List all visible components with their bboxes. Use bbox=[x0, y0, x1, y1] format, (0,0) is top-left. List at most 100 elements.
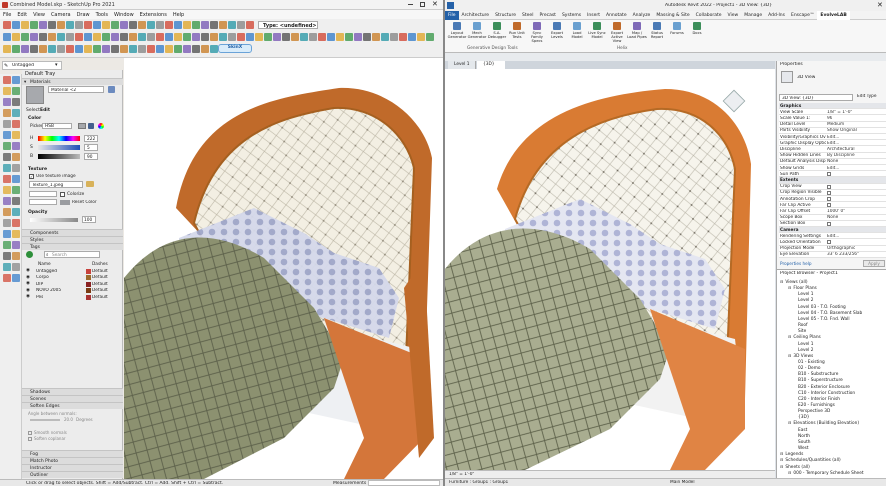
outliner-header[interactable]: Outliner bbox=[22, 471, 123, 478]
toolbar-tool-icon[interactable] bbox=[75, 45, 83, 53]
browser-item[interactable]: 02 - Demo bbox=[796, 365, 821, 371]
property-value[interactable]: None bbox=[827, 159, 838, 164]
toolbar-tool-icon[interactable] bbox=[210, 33, 218, 41]
toolbar-tool-icon[interactable] bbox=[147, 33, 155, 41]
toolbar-tool-icon[interactable] bbox=[291, 33, 299, 41]
toolbar-tool-icon[interactable] bbox=[111, 45, 119, 53]
drawing-tool-icon[interactable] bbox=[3, 175, 11, 183]
toolbar-tool-icon[interactable] bbox=[165, 45, 173, 53]
toolbar-tool-icon[interactable] bbox=[66, 33, 74, 41]
browser-item[interactable]: ⊟ Ceiling Plans bbox=[788, 334, 821, 340]
property-checkbox[interactable] bbox=[827, 190, 831, 195]
properties-help-link[interactable]: Properties help bbox=[780, 261, 812, 266]
property-checkbox[interactable] bbox=[827, 203, 831, 208]
property-value[interactable]: Edit... bbox=[827, 135, 839, 140]
property-value[interactable]: 96 bbox=[827, 116, 832, 121]
instance-selector[interactable]: 3D View: {3D} bbox=[779, 94, 853, 101]
tag-row[interactable]: ◉ DIP Default bbox=[26, 281, 120, 287]
ribbon-tab[interactable]: Insert bbox=[584, 11, 603, 20]
opacity-slider[interactable] bbox=[30, 218, 78, 222]
toolbar-tool-icon[interactable] bbox=[228, 33, 236, 41]
toolbar-tool-icon[interactable] bbox=[3, 45, 11, 53]
toolbar-tool-icon[interactable] bbox=[156, 33, 164, 41]
toolbar-tool-icon[interactable] bbox=[219, 21, 227, 29]
browser-item[interactable]: North bbox=[796, 433, 810, 439]
ribbon-tab[interactable]: Systems bbox=[559, 11, 584, 20]
toolbar-tool-icon[interactable] bbox=[255, 33, 263, 41]
drawing-tool-icon[interactable] bbox=[12, 87, 20, 95]
toolbar-tool-icon[interactable] bbox=[165, 21, 173, 29]
browser-item[interactable]: B10 - Substructure bbox=[796, 371, 838, 377]
tree-toggle-icon[interactable]: ⊟ bbox=[780, 451, 783, 456]
tab-edit[interactable]: Edit bbox=[40, 108, 50, 113]
browser-item[interactable]: ⊟ Floor Plans bbox=[788, 285, 817, 291]
toolbar-tool-icon[interactable] bbox=[345, 33, 353, 41]
ribbon-tab[interactable]: View bbox=[725, 11, 742, 20]
toolbar-tool-icon[interactable] bbox=[354, 33, 362, 41]
tab-3d[interactable]: {3D} bbox=[477, 61, 505, 69]
browser-item[interactable]: ⊟ 000 - Temporary Schedule Sheet bbox=[788, 470, 864, 476]
toolbar-tool-icon[interactable] bbox=[129, 33, 137, 41]
browser-item[interactable]: ⊟ Legends bbox=[780, 451, 803, 457]
drawing-tool-icon[interactable] bbox=[3, 131, 11, 139]
drawing-tool-icon[interactable] bbox=[3, 274, 11, 282]
tag-row[interactable]: ◉ Pés Default bbox=[26, 294, 120, 300]
use-texture-checkbox[interactable]: ✓ bbox=[29, 174, 34, 179]
toolbar-tool-icon[interactable] bbox=[156, 21, 164, 29]
drawing-tool-icon[interactable] bbox=[3, 186, 11, 194]
tree-toggle-icon[interactable]: ⊟ bbox=[788, 420, 791, 425]
toolbar-tool-icon[interactable] bbox=[183, 33, 191, 41]
home-icon[interactable] bbox=[108, 86, 115, 93]
tab-level-1[interactable]: Level 1 bbox=[448, 61, 476, 69]
ribbon-button[interactable]: Run Unit Tests bbox=[507, 22, 527, 44]
scenes-header[interactable]: Scenes bbox=[22, 395, 123, 402]
toolbar-tool-icon[interactable] bbox=[246, 21, 254, 29]
measurements-input[interactable] bbox=[368, 480, 440, 486]
eye-icon[interactable]: ◉ bbox=[26, 288, 30, 293]
drawing-tool-icon[interactable] bbox=[12, 252, 20, 260]
toolbar-tool-icon[interactable] bbox=[210, 21, 218, 29]
drawing-tool-icon[interactable] bbox=[12, 142, 20, 150]
drawing-tool-icon[interactable] bbox=[12, 120, 20, 128]
toolbar-tool-icon[interactable] bbox=[84, 45, 92, 53]
toolbar-tool-icon[interactable] bbox=[201, 21, 209, 29]
eye-icon[interactable]: ◉ bbox=[26, 275, 30, 280]
property-value[interactable]: 1000' 0" bbox=[827, 209, 845, 214]
toolbar-tool-icon[interactable] bbox=[21, 33, 29, 41]
drawing-tool-icon[interactable] bbox=[3, 230, 11, 238]
property-value[interactable]: Orthographic bbox=[827, 246, 855, 251]
main-model-label[interactable]: Main Model bbox=[670, 480, 695, 485]
color-wheel-icon[interactable] bbox=[98, 123, 104, 129]
drawing-tool-icon[interactable] bbox=[3, 98, 11, 106]
ribbon-button[interactable]: Status Report bbox=[647, 22, 667, 44]
ribbon-button[interactable]: Mech Generator bbox=[467, 22, 487, 44]
toolbar-tool-icon[interactable] bbox=[201, 33, 209, 41]
toolbar-tool-icon[interactable] bbox=[75, 33, 83, 41]
tree-toggle-icon[interactable]: ⊟ bbox=[788, 285, 791, 290]
drawing-tool-icon[interactable] bbox=[12, 131, 20, 139]
ribbon-button[interactable]: Layout Generator bbox=[447, 22, 467, 44]
tag-color-swatch[interactable] bbox=[86, 268, 91, 274]
browser-item[interactable]: ⊟ Sheets (all) bbox=[780, 464, 810, 470]
maximize-button[interactable] bbox=[420, 2, 425, 7]
tree-toggle-icon[interactable]: ⊟ bbox=[788, 334, 791, 339]
toolbar-tool-icon[interactable] bbox=[84, 21, 92, 29]
browser-item[interactable]: B20 - Exterior Enclosure bbox=[796, 384, 850, 390]
toolbar-tool-icon[interactable] bbox=[264, 33, 272, 41]
drawing-tool-icon[interactable] bbox=[12, 219, 20, 227]
drawing-tool-icon[interactable] bbox=[3, 109, 11, 117]
toolbar-tool-icon[interactable] bbox=[48, 21, 56, 29]
sketchup-viewport[interactable] bbox=[124, 58, 443, 479]
ribbon-button[interactable]: S.A. Debugger bbox=[487, 22, 507, 44]
tree-toggle-icon[interactable]: ⊟ bbox=[788, 470, 791, 475]
toolbar-tool-icon[interactable] bbox=[174, 21, 182, 29]
toolbar-tool-icon[interactable] bbox=[120, 45, 128, 53]
color-swatch-icon[interactable] bbox=[78, 123, 86, 129]
ribbon-button[interactable]: Map / Load Pipes bbox=[627, 22, 647, 44]
tag-row[interactable]: ◉ NOVO 2005 Default bbox=[26, 288, 120, 294]
tag-row[interactable]: ◉ Untagged Default bbox=[26, 268, 120, 274]
toolbar-tool-icon[interactable] bbox=[57, 45, 65, 53]
drawing-tool-icon[interactable] bbox=[3, 120, 11, 128]
edit-type-button[interactable]: Edit Type bbox=[857, 94, 886, 101]
tag-color-swatch[interactable] bbox=[86, 288, 91, 293]
